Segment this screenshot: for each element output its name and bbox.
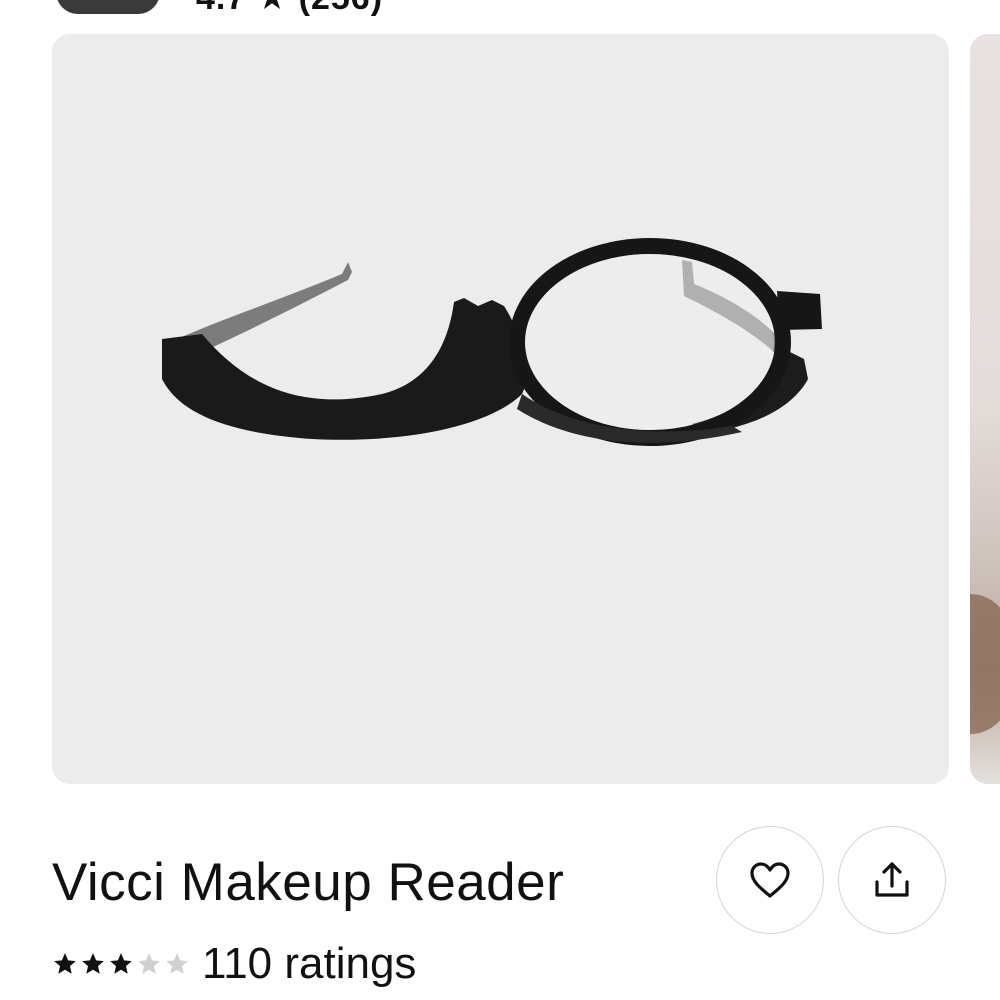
star-empty-icon xyxy=(138,953,160,974)
product-title: Vicci Makeup Reader xyxy=(52,853,565,912)
favorite-button[interactable] xyxy=(716,826,824,934)
star-filled-icon xyxy=(54,953,76,974)
ratings-count: 110 ratings xyxy=(202,939,417,988)
star-rating xyxy=(52,951,190,977)
heart-icon xyxy=(750,862,790,898)
rating-row[interactable]: 110 ratings xyxy=(52,938,416,990)
product-image-main[interactable] xyxy=(52,34,949,784)
share-button[interactable] xyxy=(838,826,946,934)
star-filled-icon xyxy=(82,953,104,974)
product-image-next[interactable] xyxy=(970,34,1000,784)
share-icon xyxy=(875,862,909,897)
header-back-pill[interactable] xyxy=(56,0,160,14)
star-empty-icon xyxy=(166,953,188,974)
next-image-preview xyxy=(970,594,1000,734)
star-filled-icon xyxy=(110,953,132,974)
header-rating-snippet: 4.7 ★ (256) xyxy=(196,0,383,18)
eyeglasses-image xyxy=(162,238,822,446)
